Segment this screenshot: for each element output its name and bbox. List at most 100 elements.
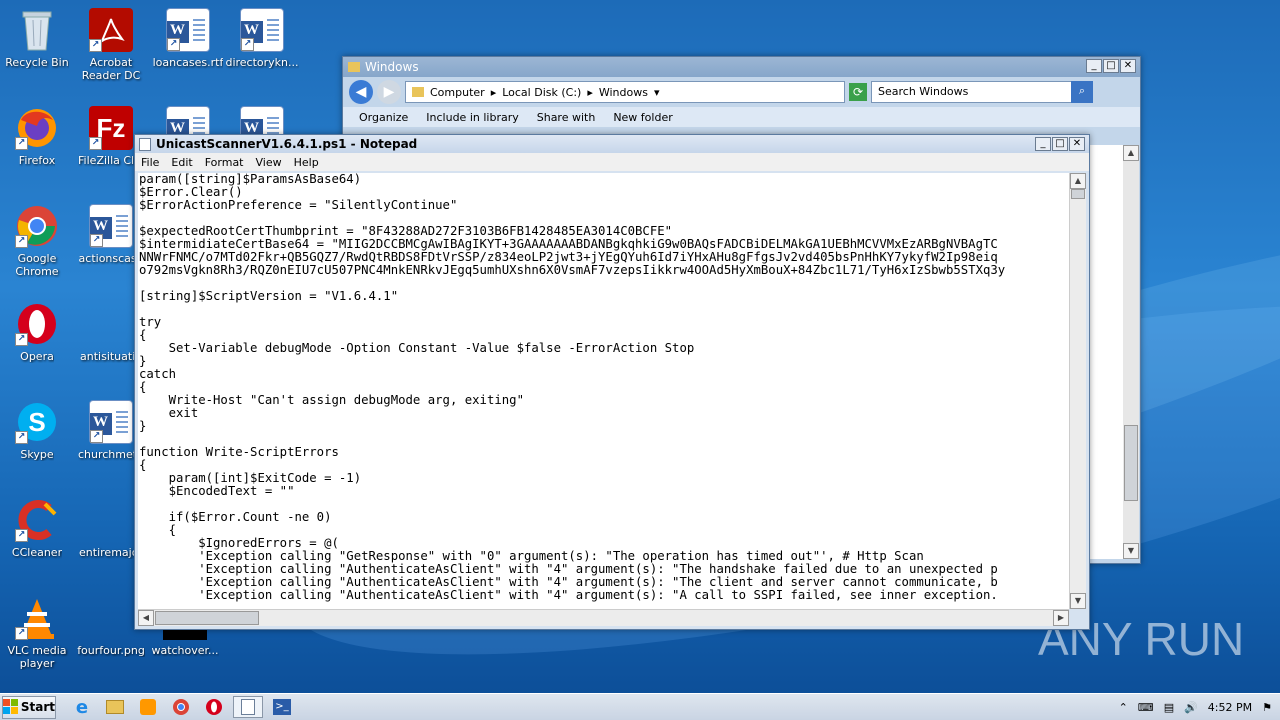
scroll-up-icon[interactable]: ▲ bbox=[1070, 173, 1086, 189]
notepad-taskbar-button[interactable] bbox=[233, 696, 263, 718]
code-line: } bbox=[139, 354, 147, 368]
firefox-icon: ↗ bbox=[15, 106, 59, 150]
desktop-icon-label: Acrobat Reader DC bbox=[81, 56, 141, 82]
network-icon[interactable]: ▤ bbox=[1164, 701, 1174, 714]
close-button[interactable]: ✕ bbox=[1120, 59, 1136, 73]
word-document-icon: W ↗ bbox=[240, 8, 284, 52]
vlc-icon: ↗ bbox=[15, 596, 59, 640]
desktop-icon-chrome[interactable]: ↗ Google Chrome bbox=[0, 204, 74, 278]
desktop-icon-label: Google Chrome bbox=[15, 252, 59, 278]
share-with-button[interactable]: Share with bbox=[537, 111, 596, 124]
volume-icon[interactable]: 🔊 bbox=[1184, 701, 1198, 714]
scroll-thumb[interactable] bbox=[1124, 425, 1138, 501]
menu-help[interactable]: Help bbox=[288, 156, 325, 169]
file-icon bbox=[89, 498, 133, 542]
breadcrumb-computer[interactable]: Computer bbox=[430, 86, 485, 99]
scroll-right-icon[interactable]: ▶ bbox=[1053, 610, 1069, 626]
menu-view[interactable]: View bbox=[250, 156, 288, 169]
scroll-thumb[interactable] bbox=[1071, 189, 1085, 199]
desktop-icon-label: Firefox bbox=[18, 154, 56, 167]
minimize-button[interactable]: _ bbox=[1035, 137, 1051, 151]
scroll-down-icon[interactable]: ▼ bbox=[1070, 593, 1086, 609]
close-button[interactable]: ✕ bbox=[1069, 137, 1085, 151]
folder-icon bbox=[412, 87, 424, 97]
chrome-icon[interactable] bbox=[167, 696, 195, 718]
vertical-scrollbar[interactable]: ▲ ▼ bbox=[1069, 173, 1086, 609]
explorer-toolbar: Organize Include in library Share with N… bbox=[343, 107, 1140, 127]
desktop-icon-label: CCleaner bbox=[11, 546, 63, 559]
search-input[interactable]: Search Windows ⌕ bbox=[871, 81, 1093, 103]
desktop-icon-skype[interactable]: S ↗ Skype bbox=[0, 400, 74, 461]
breadcrumb-local-disk[interactable]: Local Disk (C:) bbox=[502, 86, 581, 99]
taskbar: Start e >_ ⌃ ⌨ ▤ 🔊 4:52 PM ⚑ bbox=[0, 693, 1280, 720]
action-center-flag-icon[interactable]: ⚑ bbox=[1262, 701, 1272, 714]
address-bar[interactable]: Computer ▸ Local Disk (C:) ▸ Windows ▾ bbox=[405, 81, 845, 103]
desktop-icon-label: Recycle Bin bbox=[5, 56, 69, 69]
code-line: try bbox=[139, 315, 162, 329]
internet-explorer-icon[interactable]: e bbox=[68, 696, 96, 718]
chrome-icon: ↗ bbox=[15, 204, 59, 248]
minimize-button[interactable]: _ bbox=[1086, 59, 1102, 73]
desktop-icon-directorykn[interactable]: W ↗ directorykn... bbox=[225, 8, 299, 69]
code-line: if($Error.Count -ne 0) bbox=[139, 510, 332, 524]
new-folder-button[interactable]: New folder bbox=[613, 111, 672, 124]
desktop-icon-loancases[interactable]: W ↗ loancases.rtf bbox=[151, 8, 225, 69]
desktop-icon-recycle-bin[interactable]: Recycle Bin bbox=[0, 8, 74, 69]
code-line: o792msVgkn8Rh3/RQZ0nEIU7cU507PNC4MnkENRk… bbox=[139, 263, 1006, 277]
powershell-icon[interactable]: >_ bbox=[268, 696, 296, 718]
word-document-icon: W ↗ bbox=[166, 8, 210, 52]
desktop-icon-label: Opera bbox=[20, 350, 54, 363]
start-button[interactable]: Start bbox=[2, 695, 56, 719]
desktop-icon-firefox[interactable]: ↗ Firefox bbox=[0, 106, 74, 167]
menu-format[interactable]: Format bbox=[199, 156, 250, 169]
desktop-icon-acrobat[interactable]: ↗ Acrobat Reader DC bbox=[74, 8, 148, 82]
scroll-thumb[interactable] bbox=[155, 611, 259, 625]
explorer-content: ▲ ▼ bbox=[1089, 145, 1139, 559]
desktop-icon-label: fourfour.png bbox=[77, 644, 145, 657]
recycle-bin-icon bbox=[15, 8, 59, 52]
desktop-icon-vlc[interactable]: ↗ VLC media player bbox=[0, 596, 74, 670]
folder-icon bbox=[348, 62, 360, 72]
scroll-down-icon[interactable]: ▼ bbox=[1123, 543, 1139, 559]
word-document-icon: W ↗ bbox=[89, 400, 133, 444]
menu-edit[interactable]: Edit bbox=[165, 156, 198, 169]
horizontal-scrollbar[interactable]: ◀ ▶ bbox=[138, 609, 1069, 626]
opera-icon[interactable] bbox=[200, 696, 228, 718]
forward-icon[interactable]: ▶ bbox=[377, 80, 401, 104]
scroll-up-icon[interactable]: ▲ bbox=[1123, 145, 1139, 161]
desktop-icon-ccleaner[interactable]: ↗ CCleaner bbox=[0, 498, 74, 559]
desktop-icon-opera[interactable]: ↗ Opera bbox=[0, 302, 74, 363]
vertical-scrollbar[interactable] bbox=[1123, 161, 1139, 553]
tray-expand-icon[interactable]: ⌃ bbox=[1119, 701, 1128, 714]
maximize-button[interactable]: □ bbox=[1103, 59, 1119, 73]
scroll-left-icon[interactable]: ◀ bbox=[138, 610, 154, 626]
breadcrumb-windows[interactable]: Windows bbox=[599, 86, 648, 99]
search-placeholder: Search Windows bbox=[878, 85, 969, 98]
code-line: [string]$ScriptVersion = "V1.6.4.1" bbox=[139, 289, 399, 303]
clock[interactable]: 4:52 PM bbox=[1208, 701, 1252, 714]
system-tray: ⌃ ⌨ ▤ 🔊 4:52 PM ⚑ bbox=[1119, 694, 1280, 720]
maximize-button[interactable]: □ bbox=[1052, 137, 1068, 151]
image-file-icon bbox=[89, 596, 133, 640]
code-line: exit bbox=[139, 406, 199, 420]
back-icon[interactable]: ◀ bbox=[349, 80, 373, 104]
organize-button[interactable]: Organize bbox=[359, 111, 408, 124]
menu-bar: File Edit Format View Help bbox=[135, 153, 1089, 171]
desktop-icon-label: watchover... bbox=[151, 644, 219, 657]
desktop-icon-label: loancases.rtf bbox=[152, 56, 224, 69]
shortcut-arrow-icon: ↗ bbox=[89, 39, 102, 52]
search-icon[interactable]: ⌕ bbox=[1071, 81, 1093, 103]
refresh-icon[interactable]: ⟳ bbox=[849, 83, 867, 101]
notepad-titlebar: UnicastScannerV1.6.4.1.ps1 - Notepad bbox=[135, 135, 1089, 153]
code-line: function Write-ScriptErrors bbox=[139, 445, 339, 459]
keyboard-icon[interactable]: ⌨ bbox=[1138, 701, 1154, 714]
code-line: $ErrorActionPreference = "SilentlyContin… bbox=[139, 198, 458, 212]
desktop-icon-label: VLC media player bbox=[7, 644, 67, 670]
file-explorer-icon[interactable] bbox=[101, 696, 129, 718]
notepad-window[interactable]: UnicastScannerV1.6.4.1.ps1 - Notepad _ □… bbox=[134, 134, 1090, 630]
text-editor[interactable]: param([string]$ParamsAsBase64) $Error.Cle… bbox=[138, 173, 1069, 609]
include-in-library-button[interactable]: Include in library bbox=[426, 111, 518, 124]
menu-file[interactable]: File bbox=[135, 156, 165, 169]
media-player-icon[interactable] bbox=[134, 696, 162, 718]
